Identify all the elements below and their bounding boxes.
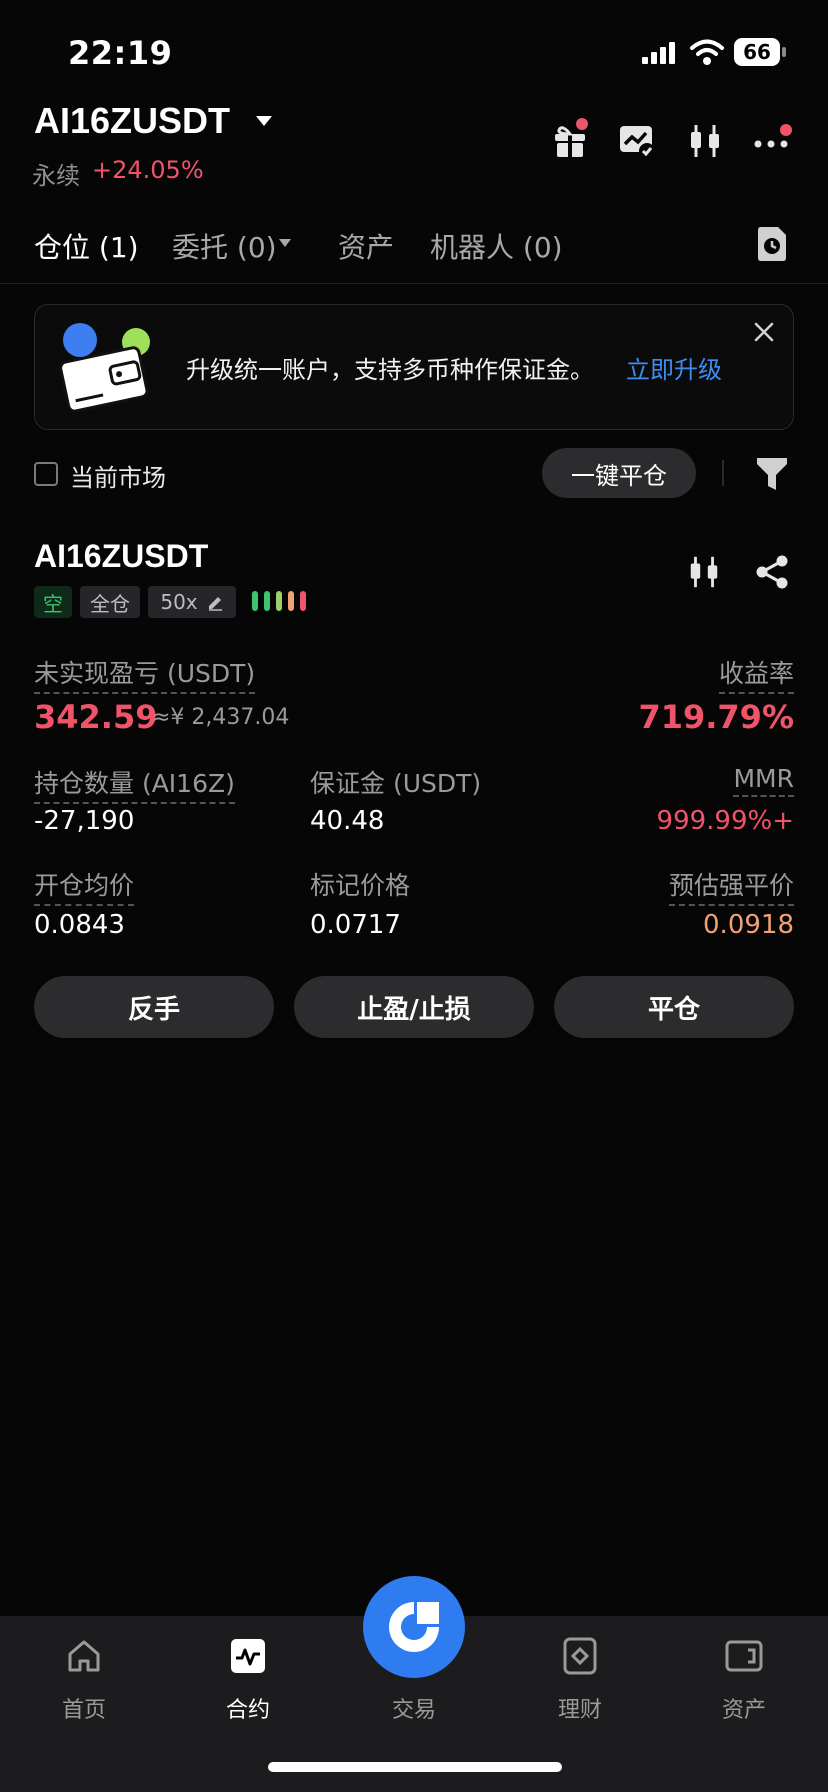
mmr-value: 999.99%+ — [656, 806, 794, 836]
candlestick-chart-button[interactable] — [686, 122, 724, 160]
unrealized-pnl-value: 342.59 — [34, 698, 158, 736]
tab-orders[interactable]: 委托 (0) — [172, 226, 277, 266]
tab-positions[interactable]: 仓位 (1) — [34, 226, 139, 266]
position-size-label[interactable]: 持仓数量 (AI16Z) — [34, 764, 235, 804]
divider — [722, 460, 724, 486]
mmr-label[interactable]: MMR — [733, 764, 794, 797]
unrealized-pnl-cny: ≈¥ 2,437.04 — [152, 705, 290, 730]
tabs-divider — [0, 283, 828, 284]
candlestick-icon — [690, 556, 718, 588]
cellular-signal-icon — [642, 42, 675, 64]
reverse-button[interactable]: 反手 — [34, 976, 274, 1038]
edit-icon — [208, 597, 222, 611]
tab-assets[interactable]: 资产 — [338, 226, 394, 266]
side-badge: 空 — [34, 586, 72, 618]
chart-check-icon — [620, 126, 655, 159]
current-market-checkbox[interactable] — [34, 462, 58, 486]
upgrade-link[interactable]: 立即升级 — [626, 350, 722, 385]
notification-dot — [576, 118, 588, 130]
nav-home[interactable] — [64, 1636, 104, 1676]
status-time: 22:19 — [68, 34, 173, 72]
entry-price-value: 0.0843 — [34, 910, 125, 940]
entry-price-label[interactable]: 开仓均价 — [34, 866, 135, 906]
roe-value: 719.79% — [638, 698, 794, 736]
filter-icon[interactable] — [756, 456, 788, 492]
more-button[interactable] — [752, 122, 792, 160]
close-position-button[interactable]: 平仓 — [554, 976, 794, 1038]
wifi-icon — [690, 39, 724, 65]
earn-icon — [563, 1637, 597, 1675]
mark-price-label: 标记价格 — [310, 871, 411, 900]
nav-assets-label[interactable]: 资产 — [684, 1692, 804, 1724]
nav-earn[interactable] — [560, 1636, 600, 1676]
roe-label[interactable]: 收益率 — [718, 654, 794, 694]
leverage-value: 50x — [160, 590, 198, 614]
contract-type: 永续 — [32, 162, 80, 190]
home-indicator[interactable] — [268, 1762, 562, 1772]
liq-price-label[interactable]: 预估强平价 — [668, 866, 794, 906]
share-button[interactable] — [754, 554, 790, 590]
liq-price-value: 0.0918 — [703, 910, 794, 940]
gift-button[interactable] — [552, 118, 590, 160]
orders-caret-icon[interactable] — [278, 238, 292, 248]
tpsl-button[interactable]: 止盈/止损 — [294, 976, 534, 1038]
share-icon — [756, 555, 788, 589]
margin-label: 保证金 (USDT) — [310, 769, 482, 798]
current-market-label[interactable]: 当前市场 — [70, 458, 166, 493]
candlestick-icon — [691, 125, 719, 157]
notification-dot — [780, 124, 792, 136]
nav-home-label[interactable]: 首页 — [24, 1692, 144, 1724]
margin-value: 40.48 — [310, 806, 385, 836]
trade-logo-icon — [389, 1602, 439, 1652]
history-icon[interactable] — [756, 226, 788, 262]
battery-level: 66 — [743, 40, 771, 64]
nav-trade-label[interactable]: 交易 — [354, 1692, 474, 1724]
trade-button[interactable] — [363, 1576, 465, 1678]
caret-down-icon[interactable] — [254, 114, 274, 128]
home-icon — [68, 1640, 100, 1672]
banner-message: 升级统一账户，支持多币种作保证金。 — [186, 356, 594, 384]
wallet-illustration-icon — [59, 323, 150, 413]
position-size-value: -27,190 — [34, 806, 135, 836]
unrealized-pnl-label[interactable]: 未实现盈亏 (USDT) — [34, 654, 256, 694]
price-change: +24.05% — [92, 156, 204, 184]
position-chart-button[interactable] — [686, 554, 722, 590]
risk-level-bars — [252, 591, 306, 611]
nav-assets[interactable] — [724, 1636, 764, 1676]
nav-earn-label[interactable]: 理财 — [520, 1692, 640, 1724]
pair-title[interactable]: AI16ZUSDT — [34, 100, 230, 142]
battery-indicator: 66 — [734, 38, 786, 66]
mark-price-value: 0.0717 — [310, 910, 401, 940]
close-all-button[interactable]: 一键平仓 — [542, 448, 696, 498]
leverage-badge[interactable]: 50x — [148, 586, 236, 618]
futures-chart-icon — [231, 1639, 265, 1673]
margin-mode-badge: 全仓 — [80, 586, 140, 618]
wallet-icon — [725, 1640, 763, 1672]
position-symbol[interactable]: AI16ZUSDT — [34, 538, 208, 575]
nav-futures[interactable] — [228, 1636, 268, 1676]
tab-bots[interactable]: 机器人 (0) — [430, 226, 563, 266]
nav-futures-label[interactable]: 合约 — [188, 1692, 308, 1724]
chart-signal-button[interactable] — [618, 122, 656, 160]
close-icon[interactable] — [752, 320, 776, 344]
